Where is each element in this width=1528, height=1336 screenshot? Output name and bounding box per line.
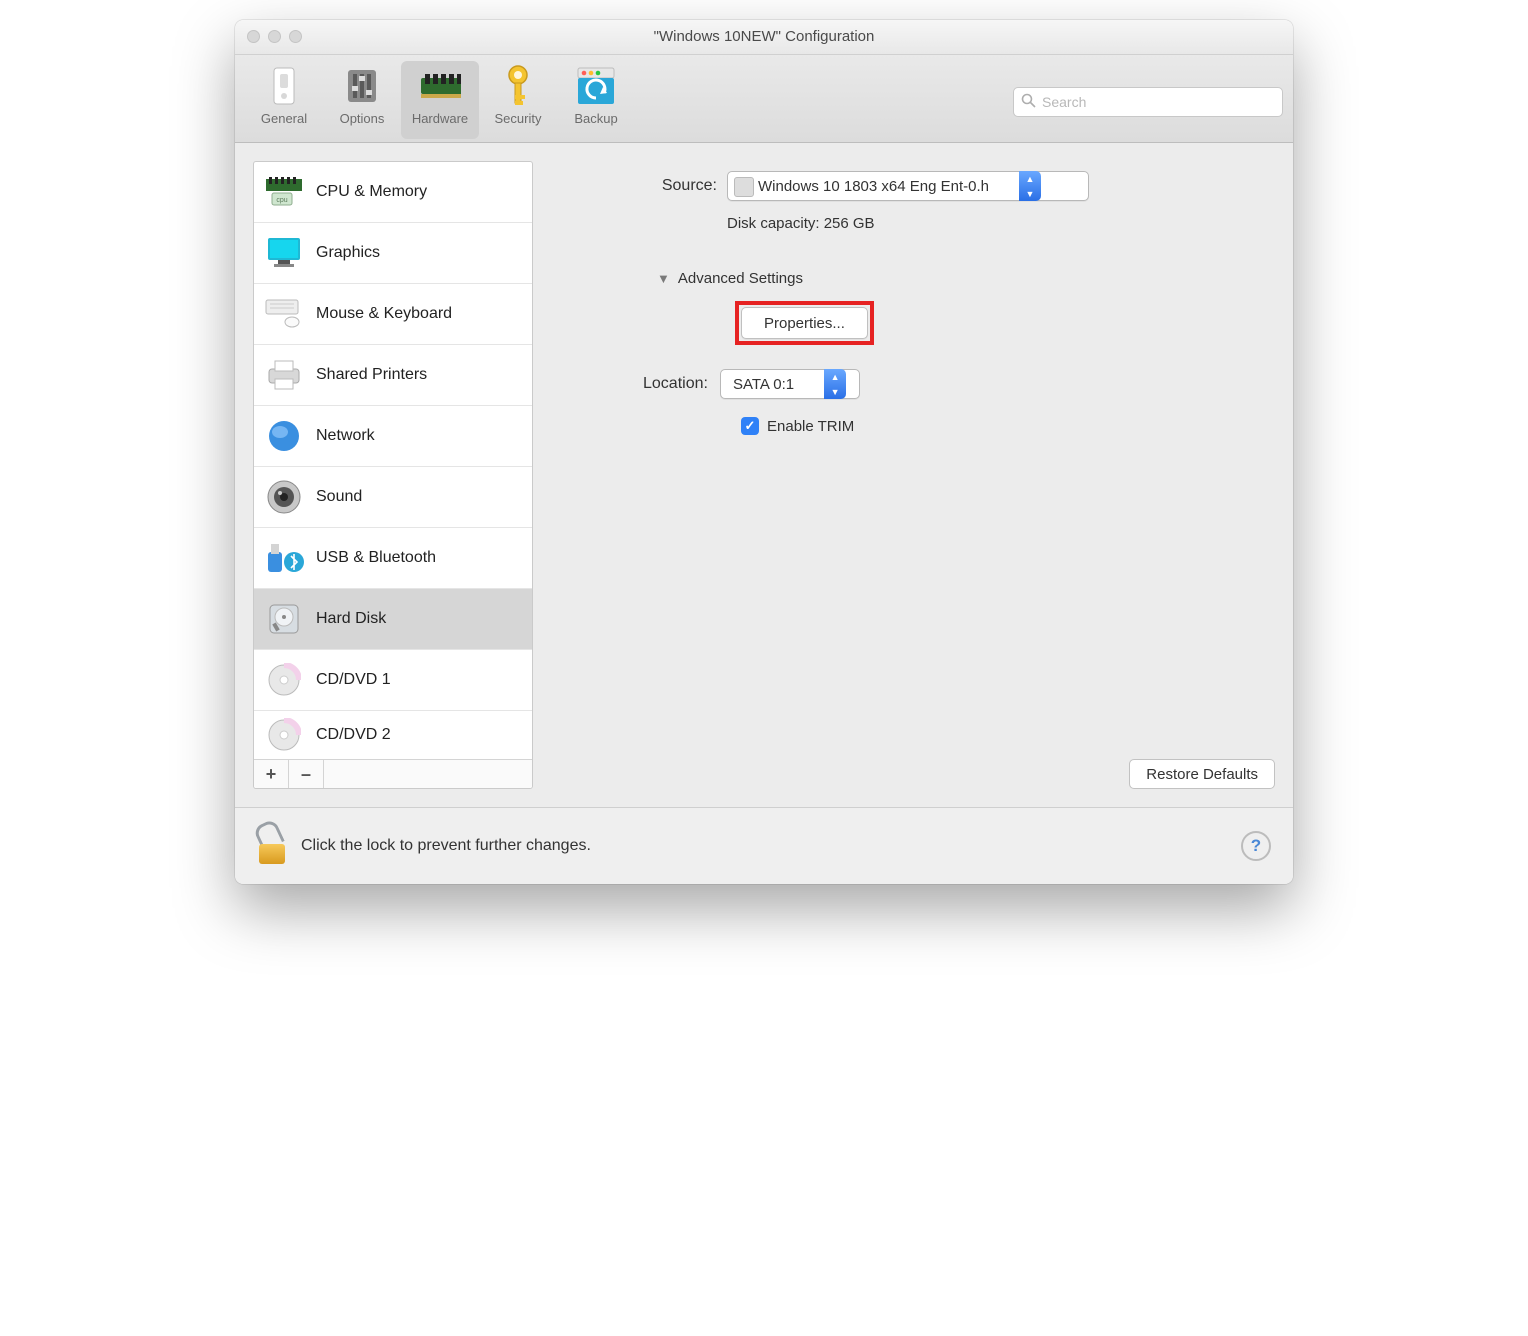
disc-icon: [264, 660, 304, 700]
toolbar-tab-label: General: [261, 111, 307, 126]
sidebar-item-sound[interactable]: Sound: [254, 467, 532, 528]
content-area: cpu CPU & Memory Graphics Mouse & Keyboa…: [235, 143, 1293, 807]
toolbar-tab-backup[interactable]: Backup: [557, 61, 635, 139]
disk-capacity-text: Disk capacity: 256 GB: [727, 215, 875, 232]
hard-disk-pane: Source: Windows 10 1803 x64 Eng Ent-0.h …: [557, 161, 1275, 789]
toolbar: General Options Hardware Security: [235, 55, 1293, 143]
sidebar-item-usb-bluetooth[interactable]: USB & Bluetooth: [254, 528, 532, 589]
toolbar-tab-general[interactable]: General: [245, 61, 323, 139]
toolbar-tab-security[interactable]: Security: [479, 61, 557, 139]
lock-hint-text: Click the lock to prevent further change…: [301, 837, 591, 855]
backup-icon: [575, 65, 617, 107]
cpu-icon: cpu: [264, 172, 304, 212]
sidebar-add-button[interactable]: +: [254, 760, 289, 788]
printer-icon: [264, 355, 304, 395]
config-window: "Windows 10NEW" Configuration General Op…: [235, 20, 1293, 884]
toolbar-tab-options[interactable]: Options: [323, 61, 401, 139]
hardware-sidebar: cpu CPU & Memory Graphics Mouse & Keyboa…: [253, 161, 533, 789]
hardware-icon: [419, 65, 461, 107]
network-icon: [264, 416, 304, 456]
search-input[interactable]: [1013, 87, 1283, 117]
toolbar-tab-hardware[interactable]: Hardware: [401, 61, 479, 139]
usb-bluetooth-icon: [264, 538, 304, 578]
properties-button[interactable]: Properties...: [741, 307, 868, 339]
sidebar-item-network[interactable]: Network: [254, 406, 532, 467]
sidebar-item-label: CPU & Memory: [316, 183, 427, 201]
search-icon: [1021, 93, 1036, 112]
sidebar-item-cpu-memory[interactable]: cpu CPU & Memory: [254, 162, 532, 223]
advanced-disclosure[interactable]: ▼ Advanced Settings: [657, 270, 1275, 287]
unlocked-padlock-icon[interactable]: [257, 828, 287, 864]
toolbar-tab-label: Backup: [574, 111, 617, 126]
titlebar: "Windows 10NEW" Configuration: [235, 20, 1293, 55]
source-select[interactable]: Windows 10 1803 x64 Eng Ent-0.h ▲▼: [727, 171, 1089, 201]
location-label: Location:: [643, 375, 708, 393]
sidebar-remove-button[interactable]: –: [289, 760, 324, 788]
sidebar-item-label: Graphics: [316, 244, 380, 262]
lock-footer: Click the lock to prevent further change…: [235, 807, 1293, 884]
disclosure-triangle-icon: ▼: [657, 271, 670, 286]
hard-disk-icon: [264, 599, 304, 639]
sidebar-item-cd-dvd-2[interactable]: CD/DVD 2: [254, 711, 532, 759]
sidebar-item-label: Network: [316, 427, 375, 445]
sidebar-item-hard-disk[interactable]: Hard Disk: [254, 589, 532, 650]
toolbar-tab-label: Hardware: [412, 111, 468, 126]
sidebar-item-shared-printers[interactable]: Shared Printers: [254, 345, 532, 406]
mouse-keyboard-icon: [264, 294, 304, 334]
sidebar-item-label: USB & Bluetooth: [316, 549, 436, 567]
select-stepper[interactable]: ▲▼: [824, 369, 846, 399]
sidebar-item-label: Sound: [316, 488, 362, 506]
source-label: Source:: [557, 177, 717, 195]
options-icon: [341, 65, 383, 107]
sound-icon: [264, 477, 304, 517]
sidebar-item-label: Hard Disk: [316, 610, 386, 628]
sidebar-item-cd-dvd-1[interactable]: CD/DVD 1: [254, 650, 532, 711]
security-icon: [497, 65, 539, 107]
toolbar-tab-label: Security: [495, 111, 542, 126]
graphics-icon: [264, 233, 304, 273]
source-row: Source: Windows 10 1803 x64 Eng Ent-0.h …: [557, 171, 1275, 201]
trim-checkbox[interactable]: ✓: [741, 417, 759, 435]
source-value: Windows 10 1803 x64 Eng Ent-0.h: [728, 178, 1019, 195]
sidebar-item-label: Shared Printers: [316, 366, 427, 384]
trim-label: Enable TRIM: [767, 418, 854, 435]
disc-icon: [264, 715, 304, 755]
sidebar-item-label: CD/DVD 1: [316, 671, 391, 689]
restore-defaults-button[interactable]: Restore Defaults: [1129, 759, 1275, 789]
location-select[interactable]: SATA 0:1 ▲▼: [720, 369, 860, 399]
sidebar-item-graphics[interactable]: Graphics: [254, 223, 532, 284]
sidebar-footer: + –: [254, 759, 532, 788]
hdd-file-icon: [734, 177, 754, 197]
properties-highlight: Properties...: [735, 301, 874, 345]
toolbar-tab-label: Options: [340, 111, 385, 126]
window-title: "Windows 10NEW" Configuration: [235, 20, 1293, 54]
sidebar-item-mouse-keyboard[interactable]: Mouse & Keyboard: [254, 284, 532, 345]
capacity-row: Disk capacity: 256 GB: [557, 215, 1275, 232]
advanced-settings-label: Advanced Settings: [678, 270, 803, 287]
sidebar-item-label: CD/DVD 2: [316, 726, 391, 744]
location-value: SATA 0:1: [721, 376, 824, 393]
general-icon: [263, 65, 305, 107]
svg-text:cpu: cpu: [276, 197, 287, 204]
sidebar-item-label: Mouse & Keyboard: [316, 305, 452, 323]
help-button[interactable]: ?: [1241, 831, 1271, 861]
search-wrapper: [1013, 87, 1283, 117]
select-stepper[interactable]: ▲▼: [1019, 171, 1041, 201]
